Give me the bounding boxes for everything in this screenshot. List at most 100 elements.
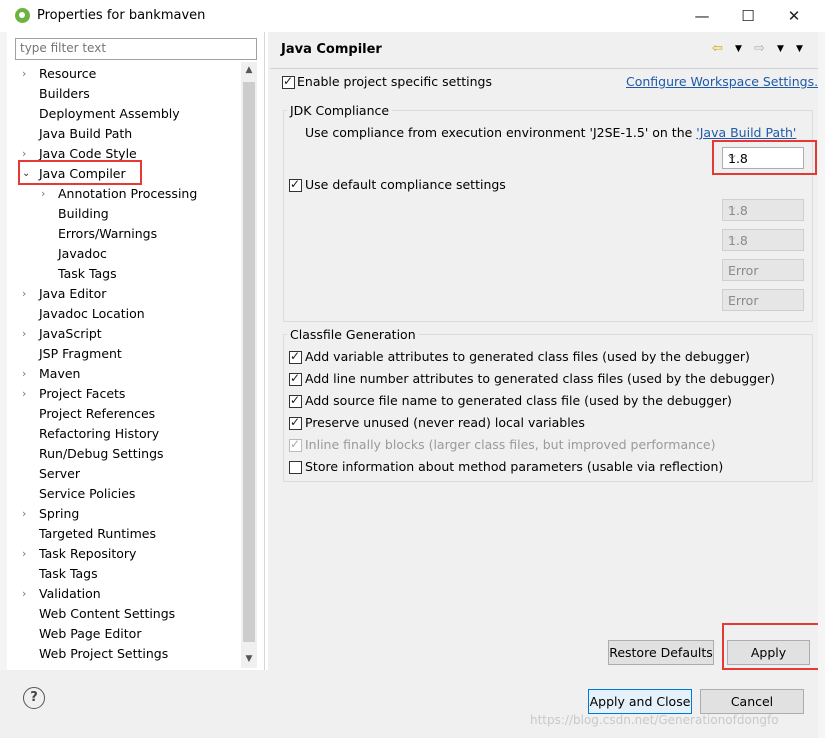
enable-specific-checkbox[interactable] (282, 74, 295, 89)
forward-arrow-icon[interactable]: ⇨ (754, 41, 765, 56)
chevron-right-icon[interactable]: › (41, 184, 45, 204)
back-menu-icon[interactable]: ▼ (735, 44, 742, 54)
tree-item-web-project-settings[interactable]: Web Project Settings (39, 644, 168, 664)
filter-input[interactable] (16, 39, 256, 57)
chevron-right-icon[interactable]: › (22, 64, 26, 84)
page-title: Java Compiler (281, 42, 382, 57)
title-bar: Properties for bankmaven — ☐ ✕ (0, 0, 825, 32)
tree-item-task-tags-compiler[interactable]: Task Tags (58, 264, 117, 284)
tree-item-task-repository[interactable]: › Task Repository (22, 544, 136, 564)
enable-specific-label: Enable project specific settings (297, 74, 492, 89)
right-window-edge (818, 32, 825, 738)
highlight-java-compiler (18, 160, 142, 185)
tree-item-run-debug-settings[interactable]: Run/Debug Settings (39, 444, 164, 464)
tree-item-jsp-fragment[interactable]: JSP Fragment (39, 344, 122, 364)
tree-item-label: Spring (39, 506, 80, 521)
tree-item-label: Task Tags (58, 266, 117, 281)
preserve-unused-checkbox[interactable] (289, 415, 302, 430)
tree-item-resource[interactable]: › Resource (22, 64, 97, 84)
classfile-generation-title: Classfile Generation (287, 327, 419, 342)
tree-item-label: Java Editor (39, 286, 107, 301)
tree-item-label: Maven (39, 366, 81, 381)
pane-divider[interactable] (264, 32, 265, 670)
apply-and-close-button[interactable]: Apply and Close (588, 689, 692, 714)
forward-menu-icon[interactable]: ▼ (777, 44, 784, 54)
tree-item-annotation-processing[interactable]: › Annotation Processing (41, 184, 197, 204)
close-button[interactable]: ✕ (771, 2, 817, 30)
tree-item-java-editor[interactable]: › Java Editor (22, 284, 107, 304)
assert-identifier-select: Error ⌵ (722, 259, 804, 281)
tree-item-maven[interactable]: › Maven (22, 364, 81, 384)
source-compatibility-select: 1.8 ⌵ (722, 229, 804, 251)
tree-item-refactoring-history[interactable]: Refactoring History (39, 424, 159, 444)
preserve-unused-label: Preserve unused (never read) local varia… (305, 415, 585, 430)
back-arrow-icon[interactable]: ⇦ (712, 41, 723, 56)
scroll-up-icon[interactable]: ▲ (241, 65, 257, 75)
tree-item-label: Run/Debug Settings (39, 446, 164, 461)
tree-item-label: Java Build Path (39, 126, 133, 141)
store-method-parameters-checkbox[interactable] (289, 461, 302, 474)
use-default-compliance-checkbox[interactable] (289, 177, 302, 192)
tree-item-builders[interactable]: Builders (39, 84, 90, 104)
tree-item-label: Javadoc (58, 246, 107, 261)
cancel-button[interactable]: Cancel (700, 689, 804, 714)
tree-item-label: Deployment Assembly (39, 106, 180, 121)
tree-scrollbar[interactable]: ▲ ▼ (241, 62, 257, 668)
tree-item-label: JavaScript (39, 326, 102, 341)
tree-item-task-tags[interactable]: Task Tags (39, 564, 98, 584)
chevron-right-icon[interactable]: › (22, 504, 26, 524)
tree-item-javadoc-location[interactable]: Javadoc Location (39, 304, 145, 324)
window-title: Properties for bankmaven (37, 8, 206, 23)
tree-item-label: Resource (39, 66, 97, 81)
tree-item-server[interactable]: Server (39, 464, 80, 484)
use-compliance-label: Use compliance from execution environmen… (305, 125, 796, 140)
tree-item-project-references[interactable]: Project References (39, 404, 155, 424)
maximize-button[interactable]: ☐ (725, 2, 771, 30)
tree-item-service-policies[interactable]: Service Policies (39, 484, 135, 504)
tree-item-deployment-assembly[interactable]: Deployment Assembly (39, 104, 180, 124)
tree-item-label: Service Policies (39, 486, 136, 501)
chevron-down-icon: ⌵ (728, 233, 736, 244)
tree-item-label: Project References (39, 406, 156, 421)
add-source-file-label: Add source file name to generated class … (305, 393, 732, 408)
tree-item-errors-warnings[interactable]: Errors/Warnings (58, 224, 157, 244)
minimize-button[interactable]: — (679, 2, 725, 30)
filter-box[interactable] (15, 38, 257, 60)
scrollbar-thumb[interactable] (243, 82, 255, 642)
tree-item-javascript[interactable]: › JavaScript (22, 324, 102, 344)
chevron-right-icon[interactable]: › (22, 364, 26, 384)
tree-item-label: Errors/Warnings (58, 226, 158, 241)
jdk-compliance-title: JDK Compliance (287, 103, 393, 118)
tree-item-label: Server (39, 466, 80, 481)
tree-item-building[interactable]: Building (58, 204, 109, 224)
tree-item-javadoc[interactable]: Javadoc (58, 244, 107, 264)
chevron-right-icon[interactable]: › (22, 544, 26, 564)
add-line-number-checkbox[interactable] (289, 371, 302, 386)
tree-item-web-content-settings[interactable]: Web Content Settings (39, 604, 175, 624)
chevron-right-icon[interactable]: › (22, 584, 26, 604)
java-build-path-link[interactable]: 'Java Build Path' (696, 125, 796, 140)
tree-item-label: JSP Fragment (39, 346, 122, 361)
help-icon[interactable]: ? (23, 687, 45, 709)
view-menu-icon[interactable]: ▼ (796, 44, 803, 54)
chevron-down-icon: ⌵ (728, 293, 736, 304)
tree-item-validation[interactable]: › Validation (22, 584, 101, 604)
tree-item-targeted-runtimes[interactable]: Targeted Runtimes (39, 524, 156, 544)
configure-workspace-link[interactable]: Configure Workspace Settings... (626, 74, 825, 89)
add-variable-attributes-checkbox[interactable] (289, 349, 302, 364)
chevron-right-icon[interactable]: › (22, 384, 26, 404)
scroll-down-icon[interactable]: ▼ (241, 654, 257, 664)
chevron-right-icon[interactable]: › (22, 284, 26, 304)
tree-item-web-page-editor[interactable]: Web Page Editor (39, 624, 141, 644)
store-method-parameters-label: Store information about method parameter… (305, 459, 724, 474)
tree-item-java-build-path[interactable]: Java Build Path (39, 124, 132, 144)
tree-item-project-facets[interactable]: › Project Facets (22, 384, 125, 404)
chevron-right-icon[interactable]: › (22, 324, 26, 344)
use-compliance-text: Use compliance from execution environmen… (305, 125, 697, 140)
add-source-file-checkbox[interactable] (289, 393, 302, 408)
inline-finally-checkbox (289, 437, 302, 452)
use-default-compliance-label: Use default compliance settings (305, 177, 506, 192)
tree-item-spring[interactable]: › Spring (22, 504, 80, 524)
tree-item-label: Validation (39, 586, 101, 601)
restore-defaults-button[interactable]: Restore Defaults (608, 640, 714, 665)
